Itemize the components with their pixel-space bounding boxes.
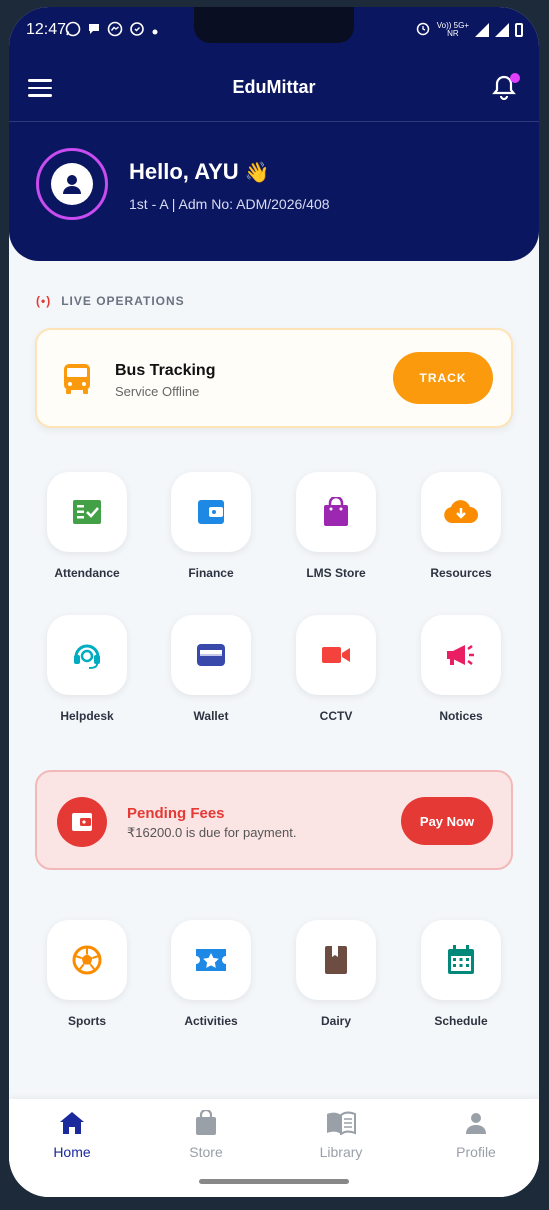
alarm-icon [415,20,431,39]
app-bar: EduMittar [9,55,539,122]
greeting: Hello, AYU 👋 [129,159,270,185]
live-operations-label: (•) LIVE OPERATIONS [36,294,185,308]
tile-label: Sports [67,1014,106,1028]
notification-bell-icon[interactable] [491,73,520,101]
soccer-ball-icon [47,920,127,1000]
tile-notices[interactable]: Notices [411,615,511,723]
pending-fees-card: Pending Fees ₹16200.0 is due for payment… [35,770,513,870]
tile-label: Schedule [434,1014,488,1028]
shopping-bag-icon [296,472,376,552]
person-icon [426,1109,526,1137]
book-icon [296,920,376,1000]
bus-icon [63,363,91,395]
nav-home[interactable]: Home [22,1109,122,1160]
tile-label: Notices [439,709,483,723]
tile-attendance[interactable]: Attendance [37,472,137,580]
person-icon [51,163,93,205]
tile-label: Finance [188,566,234,580]
status-time: 12:47 [26,21,67,38]
phone-screen: 12:47 Vo)) 5G+ NR EduMittar Hello, AYU 👋… [9,7,539,1197]
wallet-icon [57,797,107,847]
video-camera-icon [296,615,376,695]
tile-label: Resources [430,566,492,580]
network-bottom: NR [447,28,459,38]
card-icon [171,615,251,695]
tile-schedule[interactable]: Schedule [411,920,511,1028]
star-ticket-icon [171,920,251,1000]
broadcast-icon: (•) [36,294,52,308]
headset-icon [47,615,127,695]
bus-service-status: Service Offline [115,384,200,399]
nav-store[interactable]: Store [156,1109,256,1160]
home-icon [22,1109,122,1137]
tile-helpdesk[interactable]: Helpdesk [37,615,137,723]
tile-label: Wallet [193,709,229,723]
tile-cctv[interactable]: CCTV [286,615,386,723]
section-title: LIVE OPERATIONS [61,294,185,308]
nav-profile[interactable]: Profile [426,1109,526,1160]
nav-label: Library [319,1144,363,1160]
tile-label: Dairy [320,1014,352,1028]
tile-label: Helpdesk [60,709,114,723]
battery-icon [515,22,523,37]
avatar[interactable] [36,148,108,220]
bus-tracking-title: Bus Tracking [115,362,216,379]
gesture-home-bar[interactable] [199,1179,349,1184]
bus-tracking-card: Bus Tracking Service Offline TRACK [35,328,513,428]
tile-label: LMS Store [306,566,366,580]
tile-label: Activities [184,1014,238,1028]
tile-finance[interactable]: Finance [161,472,261,580]
tile-wallet[interactable]: Wallet [161,615,261,723]
open-book-icon [291,1109,391,1137]
pending-fees-title: Pending Fees [127,805,225,822]
nav-label: Profile [456,1144,496,1160]
dot-icon [151,23,159,41]
network-label: Vo)) 5G+ NR [437,21,469,38]
nav-library[interactable]: Library [291,1109,391,1160]
signal-icon [475,22,489,37]
pay-now-button[interactable]: Pay Now [401,797,493,845]
wallet-icon [171,472,251,552]
megaphone-icon [421,615,501,695]
chat-bubble-icon [87,22,101,41]
calendar-icon [421,920,501,1000]
status-bar: 12:47 Vo)) 5G+ NR [9,7,539,55]
greeting-text: Hello, AYU [129,159,239,184]
sync-icon [129,21,145,42]
tile-resources[interactable]: Resources [411,472,511,580]
cloud-download-icon [421,472,501,552]
class-admission-info: 1st - A | Adm No: ADM/2026/408 [129,196,330,212]
whatsapp-icon [65,21,81,42]
wave-emoji-icon: 👋 [244,162,270,184]
header: 12:47 Vo)) 5G+ NR EduMittar Hello, AYU 👋… [9,7,539,261]
nav-label: Home [53,1144,91,1160]
nav-label: Store [189,1144,223,1160]
notification-dot [510,73,520,83]
notification-icons [65,21,159,42]
signal-icon-2 [495,22,509,37]
app-title: EduMittar [232,77,316,97]
tile-label: Attendance [54,566,120,580]
camera-notch [194,7,354,43]
tile-dairy[interactable]: Dairy [286,920,386,1028]
messenger-icon [107,21,123,42]
store-bag-icon [156,1109,256,1137]
pending-fees-message: ₹16200.0 is due for payment. [127,825,297,840]
bottom-navigation: Home Store Library Profile [9,1099,539,1197]
tile-lms-store[interactable]: LMS Store [286,472,386,580]
track-button[interactable]: TRACK [393,352,493,404]
status-right: Vo)) 5G+ NR [415,20,523,39]
tile-label: CCTV [319,709,353,723]
tile-sports[interactable]: Sports [37,920,137,1028]
attendance-icon [47,472,127,552]
tile-activities[interactable]: Activities [161,920,261,1028]
